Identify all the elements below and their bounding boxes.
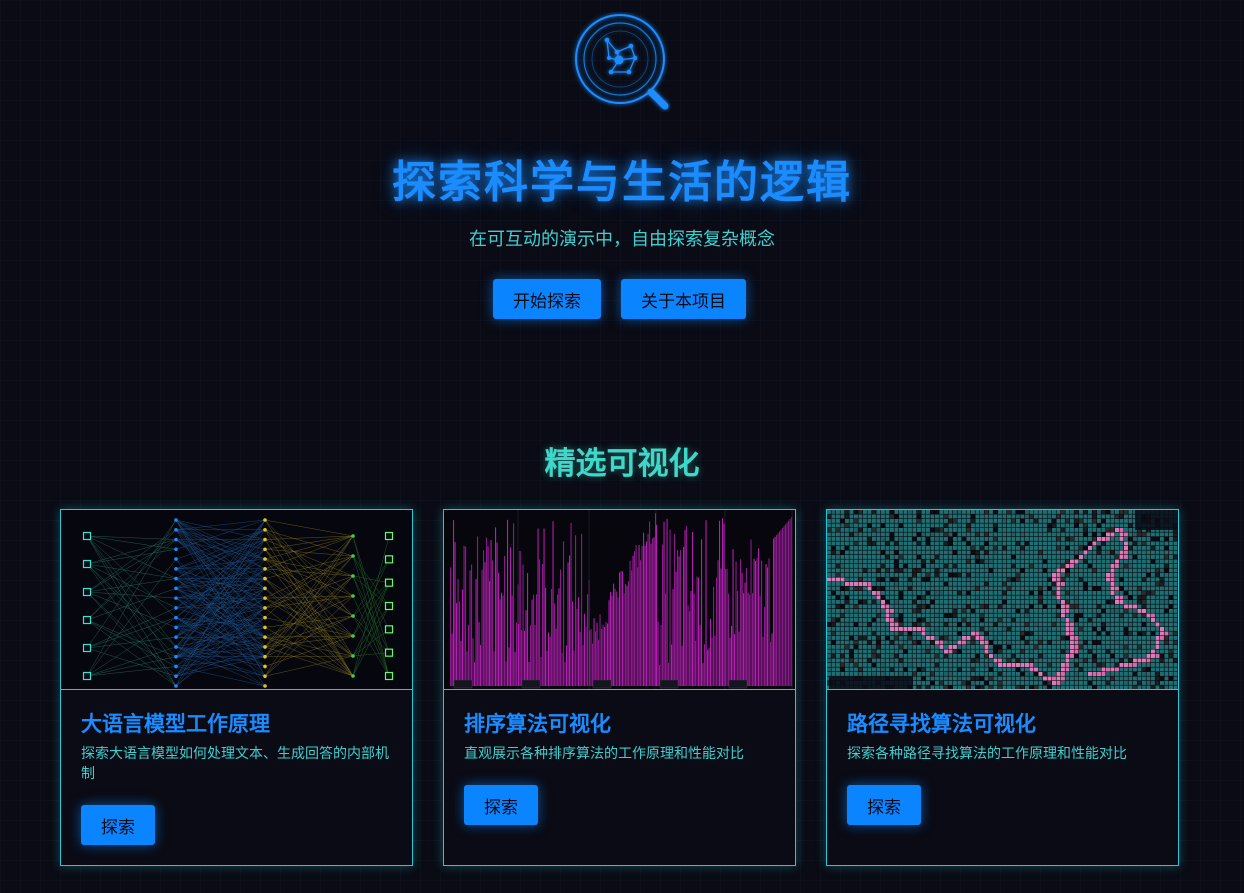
card-description: 探索各种路径寻找算法的工作原理和性能对比	[847, 746, 1127, 762]
hero-title: 探索科学与生活的逻辑	[392, 157, 852, 208]
magnifier-network-icon	[571, 12, 671, 112]
card-description: 直观展示各种排序算法的工作原理和性能对比	[464, 746, 744, 762]
pathfinding-grid-thumbnail	[827, 510, 1178, 690]
card-title: 大语言模型工作原理	[81, 711, 270, 736]
card-llm[interactable]: 大语言模型工作原理 探索大语言模型如何处理文本、生成回答的内部机制 探索	[60, 509, 413, 866]
sorting-bars-thumbnail	[444, 510, 795, 690]
start-explore-button[interactable]: 开始探索	[493, 279, 601, 319]
featured-section-title: 精选可视化	[544, 446, 700, 482]
hero-subtitle: 在可互动的演示中，自由探索复杂概念	[469, 229, 775, 250]
explore-llm-button[interactable]: 探索	[81, 805, 155, 845]
about-project-button[interactable]: 关于本项目	[621, 279, 746, 319]
card-sorting[interactable]: 排序算法可视化 直观展示各种排序算法的工作原理和性能对比 探索	[443, 509, 796, 866]
card-pathfinding[interactable]: 路径寻找算法可视化 探索各种路径寻找算法的工作原理和性能对比 探索	[826, 509, 1179, 866]
neural-network-thumbnail	[61, 510, 412, 690]
card-title: 路径寻找算法可视化	[847, 711, 1036, 736]
explore-pathfinding-button[interactable]: 探索	[847, 785, 921, 825]
card-description: 探索大语言模型如何处理文本、生成回答的内部机制	[81, 746, 389, 782]
explore-sorting-button[interactable]: 探索	[464, 785, 538, 825]
card-title: 排序算法可视化	[464, 711, 611, 736]
